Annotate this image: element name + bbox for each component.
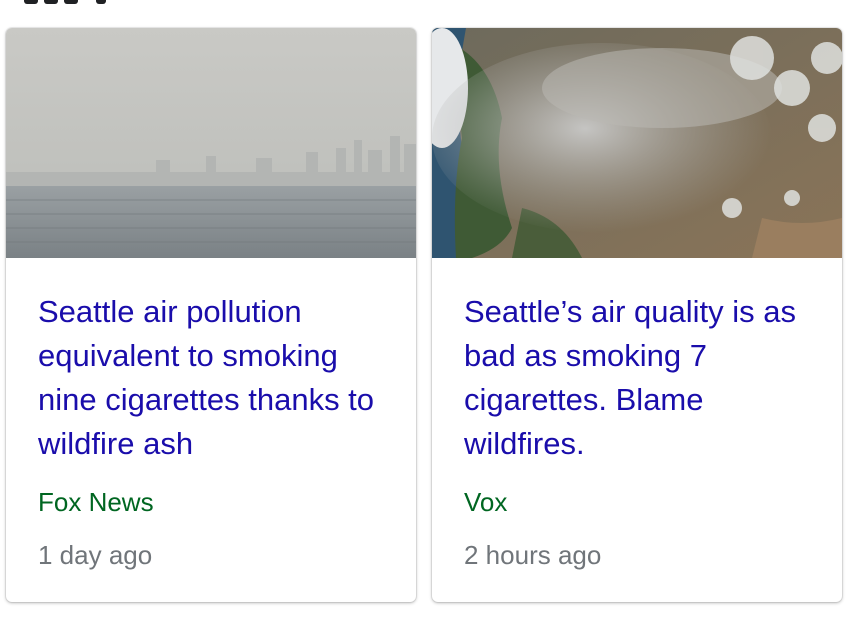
news-thumbnail-wildfire-satellite[interactable] <box>432 28 842 258</box>
news-thumbnail-hazy-seattle[interactable] <box>6 28 416 258</box>
news-headline[interactable]: Seattle’s air quality is as bad as smoki… <box>464 290 810 466</box>
news-source: Vox <box>464 487 508 517</box>
news-card-fox-news[interactable]: Seattle air pollution equivalent to smok… <box>6 28 416 602</box>
news-timestamp: 1 day ago <box>38 540 153 570</box>
news-timestamp: 2 hours ago <box>464 540 602 570</box>
top-stories-carousel: Seattle air pollution equivalent to smok… <box>0 0 852 620</box>
news-headline[interactable]: Seattle air pollution equivalent to smok… <box>38 290 384 466</box>
news-source: Fox News <box>38 487 154 517</box>
news-card-vox[interactable]: Seattle’s air quality is as bad as smoki… <box>432 28 842 602</box>
section-heading-cropped <box>0 0 852 8</box>
